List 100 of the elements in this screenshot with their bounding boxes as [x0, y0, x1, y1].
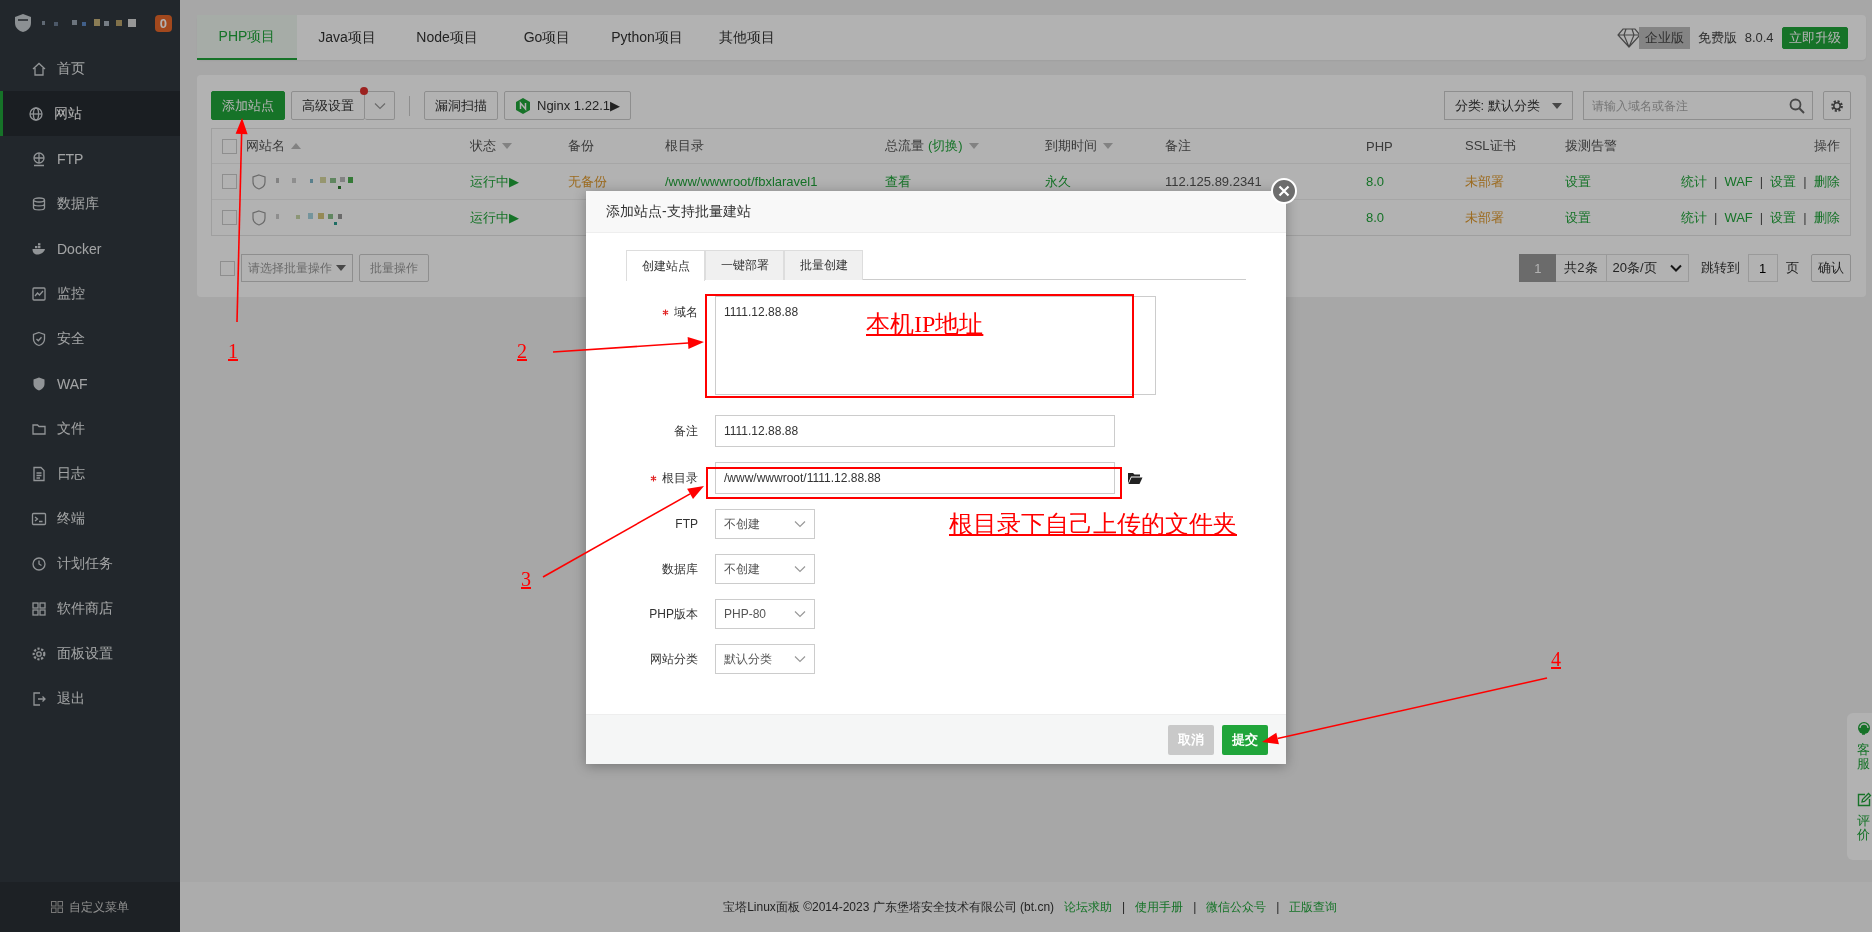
globe-icon — [31, 150, 47, 167]
sidebar-item[interactable]: 监控 — [0, 271, 180, 316]
remark-text: 112.125.89.2341 — [1165, 174, 1262, 189]
sidebar-item[interactable]: 数据库 — [0, 181, 180, 226]
sidebar-item[interactable]: 终端 — [0, 496, 180, 541]
sidebar-item[interactable]: 计划任务 — [0, 541, 180, 586]
column-header: PHP — [1366, 138, 1393, 154]
shield-icon — [31, 375, 47, 392]
column-header: 备份 — [568, 137, 594, 155]
dropdown[interactable]: 不创建 — [715, 554, 815, 584]
sort-down-icon[interactable] — [968, 143, 979, 149]
project-tab[interactable]: Go项目 — [497, 15, 597, 60]
column-header: 备注 — [1165, 137, 1191, 155]
annotation-note: 根目录下自己上传的文件夹 — [949, 510, 1237, 539]
vulnerability-scan-button[interactable]: 漏洞扫描 — [424, 91, 498, 120]
shield-logo-icon — [14, 13, 32, 33]
separator-text: | — [1759, 210, 1764, 225]
separator-text: | — [1714, 210, 1718, 225]
separator-text: | — [1803, 210, 1807, 225]
category-dropdown[interactable]: 分类: 默认分类 — [1443, 91, 1573, 120]
globe-icon — [28, 105, 44, 122]
dialog-title: 添加站点-支持批量建站 — [606, 202, 751, 221]
column-header: 状态 — [470, 137, 496, 155]
folder-icon[interactable] — [1127, 471, 1143, 485]
dropdown-button[interactable] — [365, 91, 395, 120]
sidebar-item[interactable]: 日志 — [0, 451, 180, 496]
dialog-tab[interactable]: 创建站点 — [626, 250, 705, 281]
field-label: 数据库 — [662, 560, 698, 578]
project-tab[interactable]: Python项目 — [597, 15, 697, 60]
input-field[interactable]: 1111.12.88.88 — [715, 415, 1115, 447]
caret-icon — [336, 265, 346, 271]
goto-label: 跳转到 — [1700, 259, 1740, 277]
sidebar-item[interactable]: FTP — [0, 136, 180, 181]
sidebar-item[interactable]: 安全 — [0, 316, 180, 361]
step-number: 1 — [228, 340, 238, 363]
settings-button[interactable] — [1822, 91, 1851, 120]
input-field[interactable]: /www/wwwroot/1111.12.88.88 — [715, 462, 1115, 494]
dialog-tab[interactable]: 批量创建 — [784, 250, 863, 280]
advanced-settings-button[interactable]: 高级设置 — [291, 91, 365, 120]
separator-text: | — [1803, 174, 1807, 189]
grid-icon — [51, 901, 63, 913]
dropdown[interactable]: 默认分类 — [715, 644, 815, 674]
grid-icon — [31, 600, 47, 617]
checkbox[interactable] — [221, 138, 237, 154]
confirm-button[interactable]: 确认 — [1810, 254, 1851, 282]
page-unit-label: 页 — [1785, 259, 1799, 277]
sidebar-item[interactable]: Docker — [0, 226, 180, 271]
field-label: 备注 — [674, 422, 698, 440]
settings-icon — [1829, 98, 1844, 113]
checkbox[interactable] — [221, 210, 237, 225]
home-icon — [31, 60, 47, 77]
sort-down-icon[interactable] — [502, 143, 512, 149]
dialog-tab[interactable]: 一键部署 — [705, 250, 784, 280]
headset-icon[interactable] — [1855, 721, 1872, 737]
edit-icon[interactable] — [1855, 791, 1872, 808]
separator-text: | — [1122, 900, 1126, 914]
terminal-icon — [31, 510, 47, 527]
shield-icon — [252, 173, 266, 190]
sort-up-icon[interactable] — [291, 143, 301, 149]
sidebar-item[interactable]: 文件 — [0, 406, 180, 451]
shield-icon — [252, 209, 266, 226]
checkbox[interactable] — [221, 174, 237, 189]
version-text: 8.0.4 — [1744, 30, 1774, 45]
separator-text: | — [1714, 174, 1718, 189]
diamond-icon — [1616, 27, 1641, 48]
search-icon — [1788, 98, 1805, 114]
field-label: PHP版本 — [649, 605, 698, 623]
project-tab[interactable]: 其他项目 — [697, 15, 797, 60]
chevron-icon — [794, 565, 806, 573]
logout-icon — [31, 690, 47, 707]
monitor-icon — [31, 285, 47, 302]
sidebar-item[interactable]: 面板设置 — [0, 631, 180, 676]
separator-text: | — [1193, 900, 1197, 914]
sidebar-item[interactable]: 网站 — [0, 91, 180, 136]
project-tab[interactable]: Node项目 — [397, 15, 497, 60]
chevron-icon — [373, 101, 386, 110]
annotation-note: 本机IP地址 — [866, 310, 984, 339]
project-tab[interactable]: Java项目 — [297, 15, 397, 60]
column-header: 网站名 — [246, 137, 285, 155]
submit-button[interactable]: 提交 — [1222, 724, 1268, 755]
dropdown[interactable]: PHP-80 — [715, 599, 815, 629]
separator-text: | — [1276, 900, 1280, 914]
column-header: SSL证书 — [1465, 137, 1516, 155]
sidebar-item[interactable]: WAF — [0, 361, 180, 406]
sidebar-item[interactable]: 首页 — [0, 46, 180, 91]
dropdown[interactable]: 不创建 — [715, 509, 815, 539]
chevron-icon — [794, 520, 806, 528]
page-input[interactable]: 1 — [1747, 254, 1778, 282]
total-count-text: 共2条 — [1556, 254, 1607, 282]
sidebar-item[interactable]: 退出 — [0, 676, 180, 721]
checkbox[interactable] — [220, 260, 235, 276]
page-size-dropdown[interactable]: 20条/页 — [1606, 254, 1689, 282]
nginx-button[interactable]: Nginx 1.22.1▶ — [504, 91, 631, 120]
sidebar-item[interactable]: 软件商店 — [0, 586, 180, 631]
custom-menu-button[interactable]: 自定义菜单 — [0, 882, 180, 932]
settings-icon — [31, 645, 47, 662]
copyright-text: 宝塔Linux面板 ©2014-2023 广东堡塔安全技术有限公司 (bt.cn) — [723, 898, 1055, 916]
chevron-icon — [794, 610, 806, 618]
sort-down-icon[interactable] — [1103, 143, 1113, 149]
chevron-icon — [1669, 264, 1682, 272]
